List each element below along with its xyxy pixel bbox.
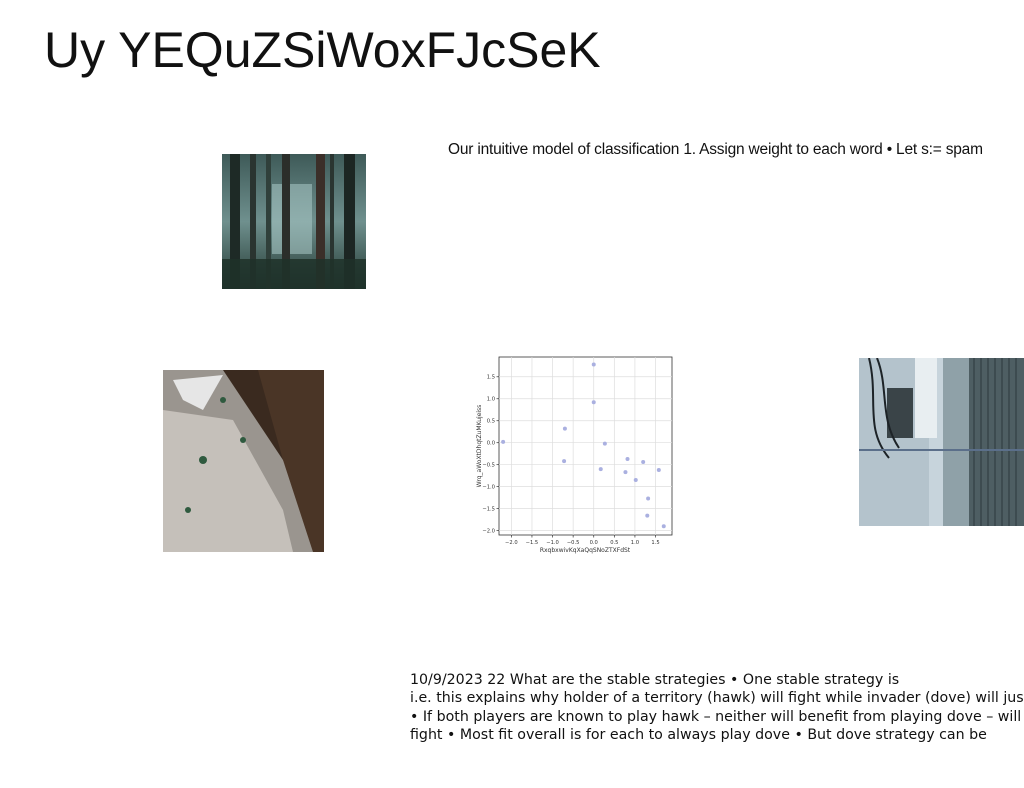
chart-ytick-label: 0.0	[487, 441, 495, 447]
chart-xlabel: RxqbxwivKqXaQqSNoZTXFdSt	[540, 547, 631, 554]
chart-ytick-label: 1.0	[487, 397, 495, 403]
chart-xtick-label: −1.5	[526, 540, 539, 546]
chart-point	[641, 460, 646, 465]
chart-point	[623, 470, 628, 475]
scatter-chart: −2.0 −1.5 −1.0 −0.5 0.0 0.5 1.0 1.5 −2.0 −1.5 −1.…	[476, 356, 673, 554]
chart-point	[661, 524, 666, 529]
chart-ytick-label: 0.5	[487, 419, 495, 425]
chart-point	[602, 441, 607, 446]
chart-point	[625, 456, 630, 461]
chart-xtick-label: −2.0	[505, 540, 518, 546]
chart-ytick-label: −1.5	[482, 506, 495, 512]
chart-xtick-label: 1.5	[651, 540, 659, 546]
chart-point	[501, 439, 506, 444]
chart-xtick-label: 0.0	[590, 540, 598, 546]
slide-body-text: 10/9/2023 22 What are the stable strateg…	[410, 671, 1024, 744]
utility-wall-photo	[859, 358, 1024, 526]
body-line: i.e. this explains why holder of a terri…	[410, 690, 1024, 707]
chart-ytick-label: −2.0	[482, 528, 495, 534]
chart-xtick-label: −0.5	[567, 540, 580, 546]
chart-point	[598, 467, 603, 472]
chart-ytick-label: 1.5	[487, 375, 495, 381]
chart-point	[645, 513, 650, 518]
chart-xtick-label: −1.0	[546, 540, 559, 546]
chart-ytick-label: −0.5	[482, 462, 495, 468]
chart-point	[591, 362, 596, 367]
chart-point	[646, 496, 651, 501]
slide-title: Uy YEQuZSiWoxFJcSeK	[44, 22, 601, 78]
chart-point	[633, 478, 638, 483]
chart-point	[562, 426, 567, 431]
body-line: 10/9/2023 22 What are the stable strateg…	[410, 672, 900, 688]
slide-caption: Our intuitive model of classification 1.…	[448, 141, 983, 158]
forest-photo	[222, 154, 366, 289]
chart-point	[591, 400, 596, 405]
body-line: fight • Most fit overall is for each to …	[410, 726, 987, 743]
chart-xtick-label: 1.0	[631, 540, 639, 546]
chart-point	[656, 467, 661, 472]
body-line: • If both players are known to play hawk…	[410, 708, 1022, 725]
rock-foliage-photo	[163, 370, 324, 552]
chart-xtick-label: 0.5	[610, 540, 618, 546]
chart-ylabel: Wrq_aWoXtDhqtZuMKujeiss	[476, 405, 483, 488]
chart-ytick-label: −1.0	[482, 484, 495, 490]
chart-point	[562, 459, 567, 464]
